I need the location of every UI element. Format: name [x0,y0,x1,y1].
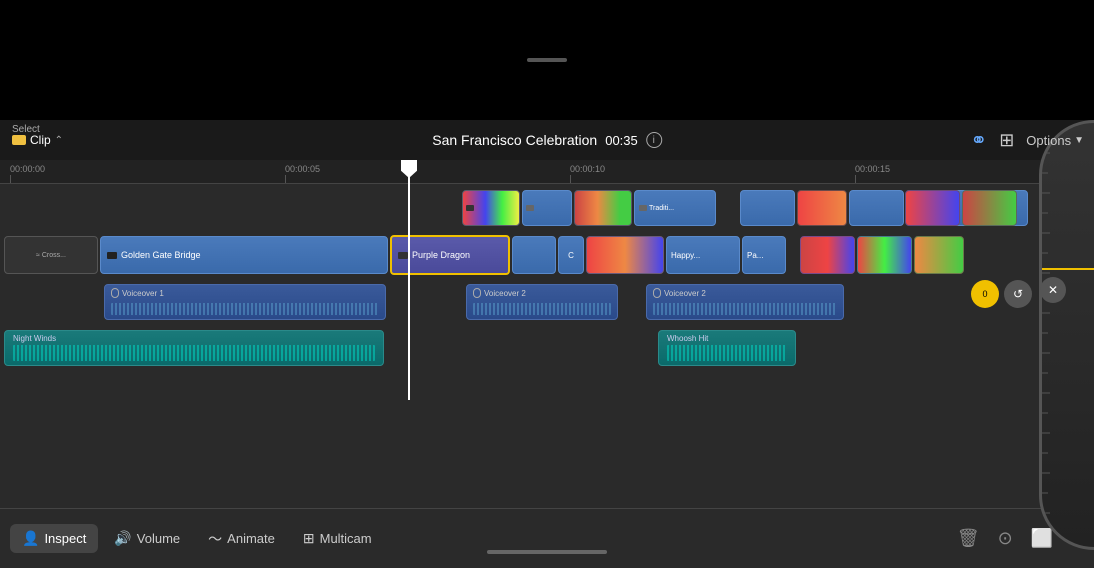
multicam-icon: ⊞ [303,530,315,547]
inspect-button[interactable]: 👤 Inspect [10,524,98,553]
multicam-button[interactable]: ⊞ Multicam [291,524,384,553]
ruler-mark-3: 00:00:15 [855,164,890,174]
clip-selector[interactable]: Clip ⌃ [12,133,63,147]
cross-dissolve-clip[interactable]: ≈ Cross... [4,236,98,274]
main-clip-after-1[interactable] [512,236,556,274]
options-chevron: ▼ [1074,135,1084,146]
inspect-icon: 👤 [22,530,39,547]
preview-scroll-handle [527,58,567,62]
audio-track: Night Winds Whoosh Hit [0,328,1094,368]
ruler-mark-1: 00:00:05 [285,164,320,174]
voiceover-track: Voiceover 1 /* waveform */ Voiceover 2 V… [100,284,1094,322]
voiceover-2b-clip[interactable]: Voiceover 2 [646,284,844,320]
delete-icon[interactable]: 🗑 [957,528,980,549]
broll-clip-3-label: Traditi... [649,205,674,212]
animate-label: Animate [227,531,275,546]
broll-clip-1[interactable] [522,190,572,226]
timecode-display: 00:35 [605,133,638,148]
broll-clip-9[interactable] [905,190,960,226]
clip-selector-label: Clip [30,133,51,147]
pa-clip[interactable]: Pa... [742,236,786,274]
ruler-mark-2: 00:00:10 [570,164,605,174]
volume-label: Volume [137,531,180,546]
scroll-indicator [487,550,607,554]
volume-icon: 🔊 [114,530,131,547]
title-area: San Francisco Celebration 00:35 i [432,120,662,160]
sync-icon[interactable]: ⚭ [970,128,987,153]
broll-clip-4[interactable] [740,190,795,226]
vo1-label: Voiceover 1 [122,289,164,298]
info-button[interactable]: i [646,132,662,148]
main-clip-after-2[interactable]: C [558,236,584,274]
broll-track: Traditi... Happy... Pa... [0,188,1094,228]
golden-gate-label: Golden Gate Bridge [121,250,201,260]
happy-clip[interactable]: Happy... [666,236,740,274]
timeline-ruler: 00:00:00 00:00:05 00:00:10 00:00:15 [0,160,1094,184]
project-title: San Francisco Celebration [432,132,597,148]
animate-button[interactable]: 〜 Animate [196,523,287,555]
broll-clip-3[interactable]: Traditi... [634,190,716,226]
golden-gate-clip[interactable]: Golden Gate Bridge [100,236,388,274]
broll-clip-2[interactable] [574,190,632,226]
animate-icon: 〜 [208,529,222,549]
main-clip-far-1[interactable] [800,236,855,274]
retiming-badge[interactable]: ↺ [1004,280,1032,308]
multicam-label: Multicam [320,531,372,546]
check-circle-icon[interactable]: ⊙ [998,528,1013,549]
broll-clip-6[interactable] [849,190,904,226]
speed-badge[interactable]: 0 [971,280,999,308]
vo2a-label: Voiceover 2 [484,289,526,298]
inspect-label: Inspect [44,531,86,546]
options-button[interactable]: Options ▼ [1026,133,1084,148]
clip-icon [12,135,26,145]
night-winds-clip[interactable]: Night Winds [4,330,384,366]
broll-clip-5[interactable] [797,190,847,226]
dial-wheel[interactable] [1039,120,1094,550]
close-button[interactable]: ✕ [1040,277,1066,303]
header-controls: ⚭ ⊞ Options ▼ [970,120,1084,160]
main-clip-far-2[interactable] [857,236,912,274]
main-clip-after-3[interactable] [586,236,664,274]
ruler-mark-0: 00:00:00 [10,164,45,174]
whoosh-hit-clip[interactable]: Whoosh Hit [658,330,796,366]
tracks-area: Traditi... Happy... Pa... ≈ Cross... Gol… [0,184,1094,508]
voiceover-1-clip[interactable]: Voiceover 1 /* waveform */ [104,284,386,320]
broll-clip-0[interactable] [462,190,520,226]
clip-selector-arrow: ⌃ [55,135,63,146]
main-clip-far-3[interactable] [914,236,964,274]
main-video-track: ≈ Cross... Golden Gate Bridge Purple Dra… [0,234,1094,278]
options-label: Options [1026,133,1071,148]
layout-icon[interactable]: ⊞ [999,130,1014,151]
whoosh-hit-label: Whoosh Hit [667,334,787,343]
volume-button[interactable]: 🔊 Volume [102,524,192,553]
purple-dragon-label: Purple Dragon [412,250,470,260]
bottom-toolbar: 👤 Inspect 🔊 Volume 〜 Animate ⊞ Multicam … [0,508,1094,568]
vo2b-label: Voiceover 2 [664,289,706,298]
voiceover-2a-clip[interactable]: Voiceover 2 [466,284,618,320]
night-winds-label: Night Winds [13,334,375,343]
broll-clip-10[interactable] [962,190,1017,226]
playhead[interactable] [408,160,410,400]
preview-area [0,0,1094,120]
